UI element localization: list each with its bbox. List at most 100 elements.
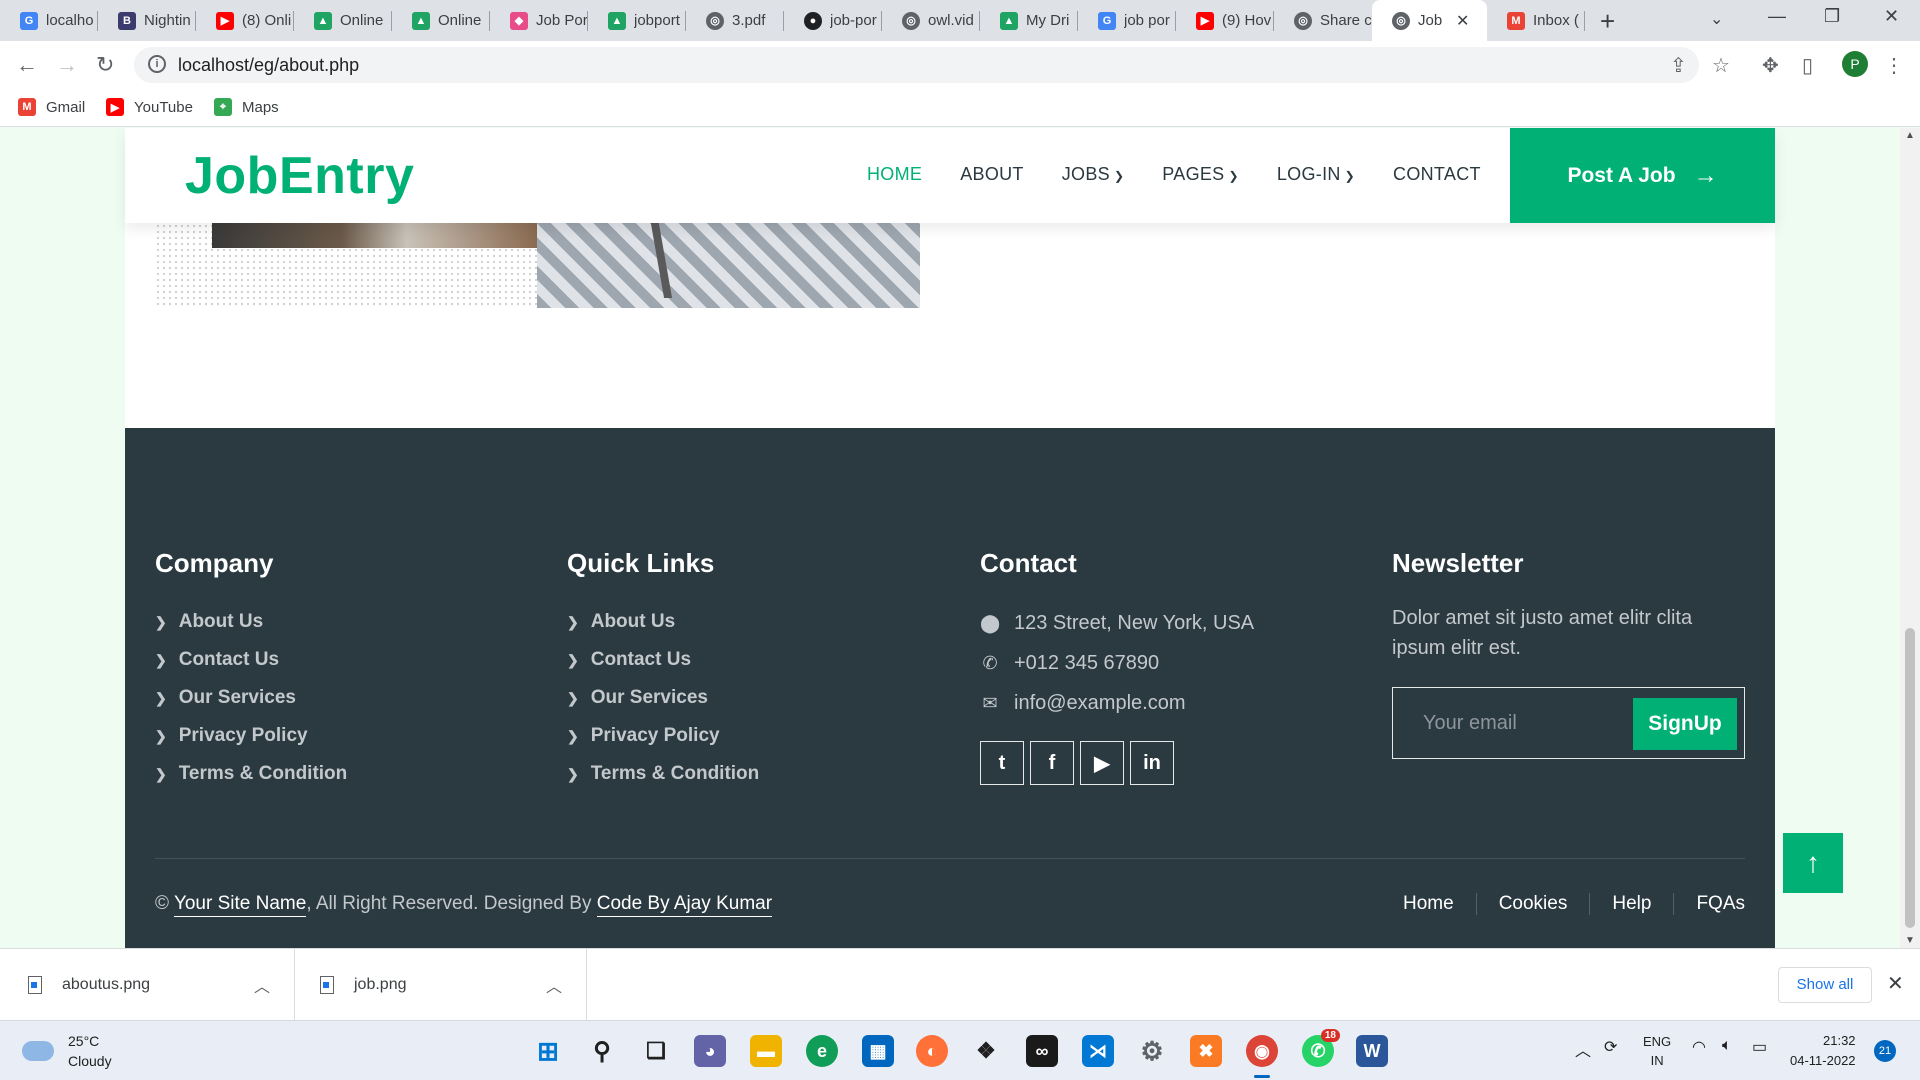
post-job-button[interactable]: Post A Job →: [1510, 128, 1775, 223]
footer-link[interactable]: ❯ About Us: [567, 603, 759, 641]
footer-link[interactable]: ❯ About Us: [155, 603, 347, 641]
scroll-thumb[interactable]: [1905, 628, 1915, 928]
whatsapp-icon[interactable]: ✆ 18: [1302, 1029, 1340, 1067]
browser-tab[interactable]: ◎ owl.vid: [882, 0, 980, 41]
chat-icon[interactable]: ◕: [694, 1035, 726, 1067]
footer-link[interactable]: ❯ Contact Us: [567, 641, 759, 679]
search-icon[interactable]: ⚲: [586, 1035, 618, 1067]
reload-icon[interactable]: ↻: [96, 52, 114, 78]
profile-avatar[interactable]: P: [1842, 51, 1868, 77]
battery-icon[interactable]: ▭: [1752, 1037, 1767, 1057]
linkedin-icon[interactable]: in: [1130, 741, 1174, 785]
nav-login[interactable]: LOG-IN ❯: [1277, 164, 1355, 185]
footer-link[interactable]: ❯ Privacy Policy: [155, 717, 347, 755]
sync-icon[interactable]: ⟳: [1604, 1037, 1617, 1057]
download-item[interactable]: job.png ︿: [295, 949, 587, 1021]
browser-tab[interactable]: ◆ Job Por: [490, 0, 588, 41]
scroll-up-icon[interactable]: ▲: [1905, 130, 1915, 141]
store-icon[interactable]: ▦: [862, 1035, 894, 1067]
settings-gear-icon[interactable]: ⚙: [1136, 1035, 1168, 1067]
task-view-icon[interactable]: ❏: [640, 1035, 672, 1067]
bookmark-gmail[interactable]: M Gmail: [18, 98, 85, 116]
browser-tab[interactable]: G job por: [1078, 0, 1176, 41]
chevron-up-icon[interactable]: ︿: [254, 973, 270, 997]
browser-tab[interactable]: M Inbox (: [1487, 0, 1585, 41]
newsletter-email-input[interactable]: [1393, 688, 1633, 758]
footer-menu-fqas[interactable]: FQAs: [1674, 893, 1745, 915]
browser-tab[interactable]: ▲ Online: [392, 0, 490, 41]
browser-tab[interactable]: ▲ jobport: [588, 0, 686, 41]
nav-home[interactable]: HOME: [867, 164, 922, 185]
edge-icon[interactable]: e: [806, 1035, 838, 1067]
nav-jobs[interactable]: JOBS ❯: [1062, 164, 1125, 185]
firefox-icon[interactable]: ◐: [916, 1035, 948, 1067]
xampp-icon[interactable]: ✖: [1190, 1035, 1222, 1067]
footer-link[interactable]: ❯ Privacy Policy: [567, 717, 759, 755]
nav-contact[interactable]: CONTACT: [1393, 164, 1481, 185]
address-bar[interactable]: i localhost/eg/about.php: [134, 47, 1699, 83]
close-window-icon[interactable]: ✕: [1884, 6, 1899, 27]
browser-tab[interactable]: ▲ Online: [294, 0, 392, 41]
file-explorer-icon[interactable]: ▬: [750, 1035, 782, 1067]
tab-search-icon[interactable]: ⌄: [1710, 9, 1723, 29]
twitter-icon[interactable]: t: [980, 741, 1024, 785]
new-tab-icon[interactable]: +: [1600, 6, 1615, 37]
language-indicator[interactable]: ENG IN: [1643, 1032, 1671, 1070]
browser-tab[interactable]: B Nightin: [98, 0, 196, 41]
close-icon[interactable]: ✕: [1887, 971, 1904, 996]
browser-tab[interactable]: ◎ 3.pdf: [686, 0, 784, 41]
side-panel-icon[interactable]: ▯: [1802, 53, 1813, 78]
browser-tab[interactable]: G localho: [0, 0, 98, 41]
volume-icon[interactable]: 🔈︎: [1722, 1037, 1732, 1055]
scroll-down-icon[interactable]: ▼: [1905, 935, 1915, 946]
show-all-button[interactable]: Show all: [1778, 967, 1872, 1003]
footer-link[interactable]: ❯ Terms & Condition: [155, 755, 347, 793]
browser-tab[interactable]: ● job-por: [784, 0, 882, 41]
browser-tab-active[interactable]: ◎ Job ✕: [1372, 0, 1487, 41]
footer-link[interactable]: ❯ Our Services: [155, 679, 347, 717]
browser-tab[interactable]: ▲ My Dri: [980, 0, 1078, 41]
vscode-icon[interactable]: ⋊: [1082, 1035, 1114, 1067]
browser-tab[interactable]: ◎ Share c: [1274, 0, 1372, 41]
download-item[interactable]: aboutus.png ︿: [0, 949, 295, 1021]
site-name-link[interactable]: Your Site Name: [173, 893, 307, 917]
info-icon[interactable]: i: [148, 55, 166, 73]
brand-logo[interactable]: JobEntry: [185, 146, 414, 206]
forward-icon[interactable]: →: [56, 52, 78, 78]
bookmark-maps[interactable]: ⌖ Maps: [214, 98, 279, 116]
chevron-up-icon[interactable]: ︿: [546, 973, 562, 997]
nav-about[interactable]: ABOUT: [960, 164, 1024, 185]
footer-menu-help[interactable]: Help: [1590, 893, 1675, 915]
windows-start-icon[interactable]: ⊞: [532, 1035, 564, 1067]
back-icon[interactable]: ←: [16, 52, 38, 78]
footer-menu-home[interactable]: Home: [1381, 893, 1477, 915]
back-to-top-button[interactable]: ↑: [1783, 833, 1843, 893]
chevron-up-icon[interactable]: ︿: [1575, 1037, 1591, 1061]
footer-link[interactable]: ❯ Contact Us: [155, 641, 347, 679]
notification-center[interactable]: 21: [1874, 1040, 1896, 1062]
menu-dots-icon[interactable]: ⋮: [1884, 53, 1904, 78]
system-clock[interactable]: 21:32 04-11-2022: [1790, 1031, 1856, 1071]
signup-button[interactable]: SignUp: [1633, 698, 1737, 750]
facebook-icon[interactable]: f: [1030, 741, 1074, 785]
extensions-icon[interactable]: ✥: [1762, 53, 1779, 78]
footer-link[interactable]: ❯ Terms & Condition: [567, 755, 759, 793]
youtube-icon[interactable]: ▶: [1080, 741, 1124, 785]
designer-link[interactable]: Code By Ajay Kumar: [596, 893, 773, 917]
bookmark-star-icon[interactable]: ☆: [1712, 53, 1730, 78]
minimize-icon[interactable]: —: [1768, 6, 1786, 27]
word-icon[interactable]: W: [1356, 1035, 1388, 1067]
dropbox-icon[interactable]: ❖: [970, 1035, 1002, 1067]
creative-cloud-icon[interactable]: ∞: [1026, 1035, 1058, 1067]
page-scrollbar[interactable]: ▲ ▼: [1900, 128, 1920, 948]
restore-icon[interactable]: ❐: [1824, 6, 1840, 27]
bookmark-youtube[interactable]: ▶ YouTube: [106, 98, 193, 116]
browser-tab[interactable]: ▶ (9) Hov: [1176, 0, 1274, 41]
footer-menu-cookies[interactable]: Cookies: [1477, 893, 1591, 915]
nav-pages[interactable]: PAGES ❯: [1162, 164, 1239, 185]
close-tab-icon[interactable]: ✕: [1456, 11, 1469, 31]
wifi-icon[interactable]: ◠: [1692, 1037, 1706, 1057]
browser-tab[interactable]: ▶ (8) Onli: [196, 0, 294, 41]
share-icon[interactable]: ⇪: [1670, 53, 1687, 78]
chrome-icon[interactable]: ◉: [1246, 1035, 1278, 1067]
